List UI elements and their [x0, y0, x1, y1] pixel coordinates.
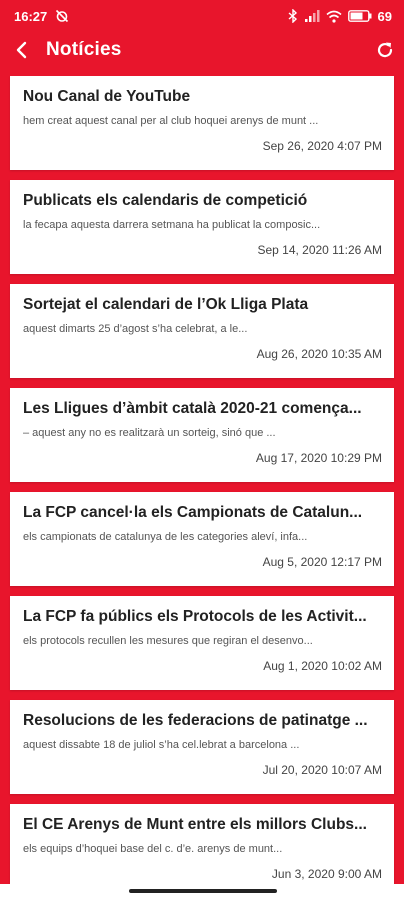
news-date: Sep 26, 2020 4:07 PM [262, 139, 382, 153]
refresh-button[interactable] [366, 32, 404, 68]
news-title: Resolucions de les federacions de patina… [23, 712, 368, 729]
status-bar: 16:27 69 [0, 0, 404, 32]
news-card[interactable]: Sortejat el calendari de l’Ok Lliga Plat… [10, 284, 394, 378]
news-title: La FCP cancel·la els Campionats de Catal… [23, 504, 363, 521]
wifi-icon [326, 10, 342, 23]
news-excerpt: hem creat aquest canal per al club hoque… [23, 115, 319, 127]
news-title: Les Lligues d’àmbit català 2020-21 comen… [23, 400, 362, 417]
app-bar: Notícies [0, 32, 404, 68]
signal-icon [304, 9, 320, 23]
news-date: Sep 14, 2020 11:26 AM [257, 243, 382, 257]
news-excerpt: aquest dimarts 25 d’agost s’ha celebrat,… [23, 323, 248, 335]
news-date: Jun 3, 2020 9:00 AM [271, 867, 382, 881]
news-excerpt: la fecapa aquesta darrera setmana ha pub… [23, 219, 321, 231]
alarm-off-icon [55, 9, 69, 23]
news-card[interactable]: El CE Arenys de Munt entre els millors C… [10, 804, 394, 886]
bluetooth-icon [288, 9, 298, 23]
status-time: 16:27 [14, 8, 48, 24]
news-excerpt: aquest dissabte 18 de juliol s’ha cel.le… [23, 739, 300, 751]
battery-icon [347, 10, 372, 22]
news-excerpt: els protocols recullen les mesures que r… [23, 635, 313, 647]
arrow-left-icon [16, 41, 27, 59]
news-card[interactable]: Resolucions de les federacions de patina… [10, 700, 394, 794]
news-excerpt: els equips d’hoquei base del c. d’e. are… [23, 843, 283, 855]
news-date: Aug 17, 2020 10:29 PM [255, 451, 382, 465]
news-excerpt: els campionats de catalunya de les categ… [23, 531, 308, 543]
news-card[interactable]: Publicats els calendaris de competició la… [10, 180, 394, 274]
news-card[interactable]: La FCP fa públics els Protocols de les A… [10, 596, 394, 690]
news-list: Nou Canal de YouTube hem creat aquest can… [0, 76, 404, 886]
news-card[interactable]: La FCP cancel·la els Campionats de Catal… [10, 492, 394, 586]
home-indicator[interactable] [129, 889, 277, 893]
news-date: Jul 20, 2020 10:07 AM [262, 763, 382, 777]
page-title: Notícies [46, 39, 122, 60]
news-title: La FCP fa públics els Protocols de les A… [23, 608, 367, 625]
news-title: Publicats els calendaris de competició [23, 192, 308, 209]
news-title: Sortejat el calendari de l’Ok Lliga Plat… [23, 296, 309, 313]
news-title: Nou Canal de YouTube [23, 88, 191, 105]
news-title: El CE Arenys de Munt entre els millors C… [23, 816, 367, 833]
news-date: Aug 26, 2020 10:35 AM [256, 347, 382, 361]
news-card[interactable]: Nou Canal de YouTube hem creat aquest can… [10, 76, 394, 170]
news-card[interactable]: Les Lligues d’àmbit català 2020-21 comen… [10, 388, 394, 482]
back-button[interactable] [0, 32, 46, 68]
news-date: Aug 5, 2020 12:17 PM [262, 555, 382, 569]
news-date: Aug 1, 2020 10:02 AM [263, 659, 382, 673]
refresh-icon [377, 42, 393, 58]
battery-level: 69 [377, 8, 392, 24]
news-excerpt: – aquest any no es realitzarà un sorteig… [23, 427, 276, 439]
